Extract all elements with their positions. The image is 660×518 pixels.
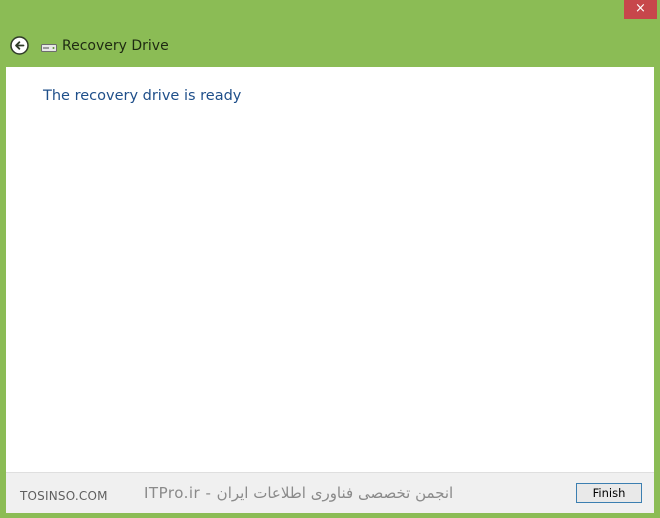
watermark-right: ITPro.ir - انجمن تخصصی فناوری اطلاعات ای… <box>144 484 454 502</box>
footer-bar: TOSINSO.COM ITPro.ir - انجمن تخصصی فناور… <box>6 472 654 513</box>
back-arrow-icon <box>10 36 29 55</box>
window-title: Recovery Drive <box>62 38 169 54</box>
status-heading: The recovery drive is ready <box>43 88 242 104</box>
close-icon: × <box>635 1 646 16</box>
close-button[interactable]: × <box>624 0 657 19</box>
drive-icon <box>41 44 57 52</box>
back-button[interactable] <box>10 36 29 55</box>
finish-button[interactable]: Finish <box>576 483 642 503</box>
content-panel: The recovery drive is ready <box>6 67 654 472</box>
recovery-drive-window: × Recovery Drive The recovery drive is r… <box>0 0 660 518</box>
watermark-left: TOSINSO.COM <box>20 489 108 503</box>
